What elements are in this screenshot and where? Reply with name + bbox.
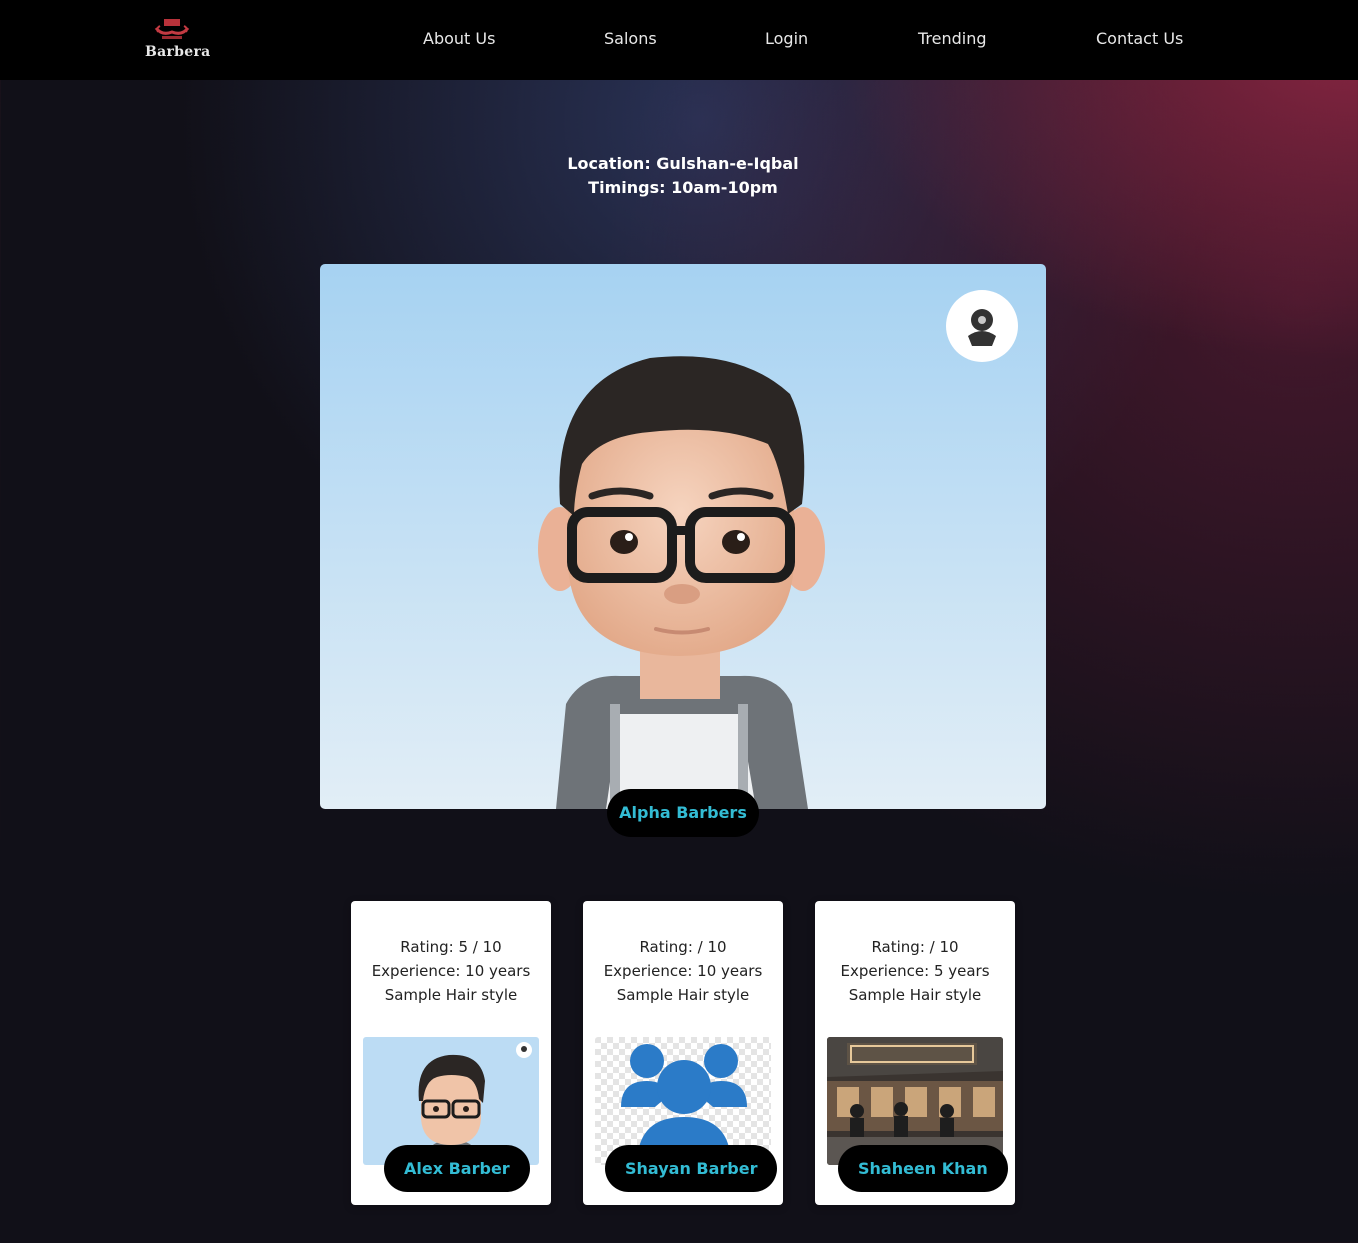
barber-name-button[interactable]: Shayan Barber <box>605 1145 778 1192</box>
barber-rating: Rating: 5 / 10 <box>400 938 502 956</box>
navbar: Barbera About Us Salons Login Trending C… <box>0 0 1358 80</box>
brand-name: Barbera <box>145 44 211 60</box>
barber-rating: Rating: / 10 <box>871 938 959 956</box>
salon-name-button[interactable]: Alpha Barbers <box>607 789 759 837</box>
nav-contact-us[interactable]: Contact Us <box>1096 29 1183 48</box>
barber-hair-style: Sample Hair style <box>848 986 982 1004</box>
barber-hair-style: Sample Hair style <box>616 986 750 1004</box>
barber-name-button[interactable]: Alex Barber <box>384 1145 530 1192</box>
barber-logo-icon <box>154 19 190 39</box>
nav-trending[interactable]: Trending <box>918 29 987 48</box>
salon-timings: Timings: 10am-10pm <box>588 178 778 197</box>
nav-about-us[interactable]: About Us <box>423 29 495 48</box>
avatar-badge-icon <box>946 290 1018 362</box>
barber-experience: Experience: 5 years <box>840 962 990 980</box>
nav-salons[interactable]: Salons <box>604 29 657 48</box>
avatar-illustration <box>320 264 1046 809</box>
nav-login[interactable]: Login <box>765 29 808 48</box>
barber-experience: Experience: 10 years <box>371 962 531 980</box>
barber-card: Rating: / 10 Experience: 5 years Sample … <box>815 901 1015 1205</box>
salon-hero-image <box>320 264 1046 809</box>
barber-hair-style: Sample Hair style <box>384 986 518 1004</box>
barber-rating: Rating: / 10 <box>639 938 727 956</box>
brand-logo[interactable]: Barbera <box>140 14 210 66</box>
barber-card: Rating: / 10 Experience: 10 years Sample… <box>583 901 783 1205</box>
salon-location: Location: Gulshan-e-Iqbal <box>567 154 799 173</box>
barber-card: Rating: 5 / 10 Experience: 10 years Samp… <box>351 901 551 1205</box>
barber-experience: Experience: 10 years <box>603 962 763 980</box>
barber-name-button[interactable]: Shaheen Khan <box>838 1145 1008 1192</box>
